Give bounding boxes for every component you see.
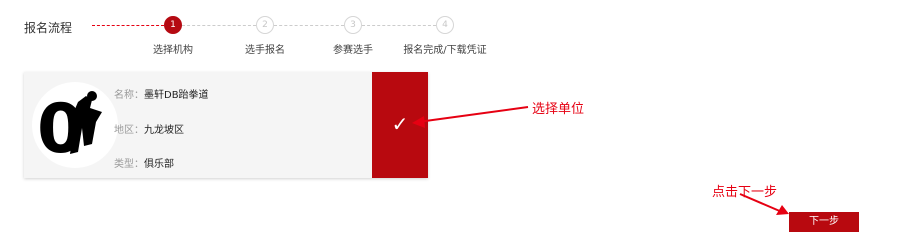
stepper-connector [362, 25, 436, 26]
progress-stepper: 1 2 3 4 选择机构 选手报名 参赛选手 报名完成/下载凭证 [0, 0, 900, 60]
checkmark-icon: ✓ [391, 112, 409, 136]
step-4-circle: 4 [436, 16, 454, 34]
next-annotation-arrowhead [776, 205, 789, 215]
org-type-value: 俱乐部 [144, 159, 174, 170]
select-org-annotation: 选择单位 [532, 102, 585, 117]
step-4-label: 报名完成/下载凭证 [403, 45, 487, 56]
step-3-circle: 3 [344, 16, 362, 34]
org-region-value: 九龙坡区 [144, 125, 184, 136]
club-logo-icon: 0 [32, 82, 118, 168]
org-name-label: 名称： [114, 90, 144, 101]
step-2-label: 选手报名 [245, 45, 285, 56]
select-annotation-arrow [417, 106, 529, 123]
step-1-label: 选择机构 [153, 45, 193, 56]
organization-card[interactable]: 0 名称：墨轩DB跆拳道 地区：九龙坡区 类型：俱乐部 ✓ [24, 72, 428, 178]
stepper-lead-line [92, 25, 164, 26]
select-organization-toggle[interactable]: ✓ [372, 72, 428, 178]
step-2-circle: 2 [256, 16, 274, 34]
step-3-label: 参赛选手 [333, 45, 373, 56]
org-name-row: 名称：墨轩DB跆拳道 [114, 86, 209, 101]
org-region-label: 地区： [114, 125, 144, 136]
org-name-value: 墨轩DB跆拳道 [144, 90, 209, 101]
stepper-connector [182, 25, 256, 26]
org-type-row: 类型：俱乐部 [114, 155, 174, 170]
org-region-row: 地区：九龙坡区 [114, 121, 184, 136]
step-1-circle: 1 [164, 16, 182, 34]
stepper-connector [274, 25, 344, 26]
org-type-label: 类型： [114, 159, 144, 170]
next-step-button[interactable]: 下一步 [789, 212, 859, 232]
next-step-annotation: 点击下一步 [712, 185, 778, 200]
